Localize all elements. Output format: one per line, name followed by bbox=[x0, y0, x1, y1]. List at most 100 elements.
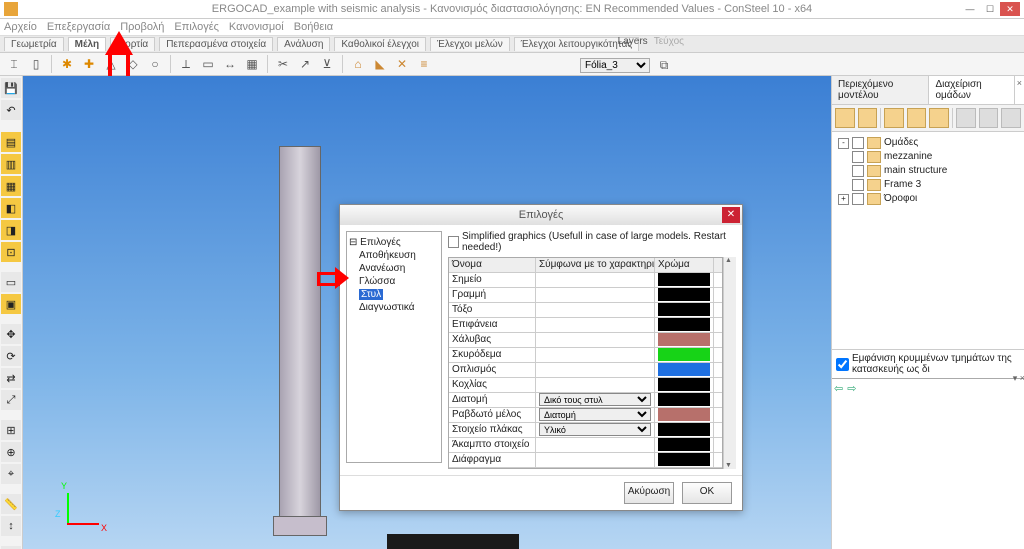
tool-material-icon[interactable]: ✚ bbox=[79, 54, 99, 74]
select-window-icon[interactable]: ▣ bbox=[1, 294, 21, 314]
lower-back-icon[interactable]: ⇦ bbox=[834, 382, 843, 395]
tree-storeys[interactable]: Όροφοι bbox=[884, 192, 917, 206]
lower-fwd-icon[interactable]: ⇨ bbox=[847, 382, 856, 395]
dimension-icon[interactable]: ↕ bbox=[1, 516, 21, 536]
dialog-tree[interactable]: ⊟ Επιλογές Αποθήκευση Ανανέωση Γλώσσα Στ… bbox=[346, 231, 442, 463]
show-hidden-checkbox[interactable] bbox=[836, 358, 849, 371]
menu-view[interactable]: Προβολή bbox=[120, 21, 164, 33]
tree-mezzanine[interactable]: mezzanine bbox=[884, 150, 932, 164]
tool-beam-icon[interactable]: ⌶ bbox=[4, 54, 24, 74]
move-icon[interactable]: ✥ bbox=[1, 324, 21, 344]
tool-diaphragm-icon[interactable]: ▦ bbox=[242, 54, 262, 74]
rp-tool-1-icon[interactable] bbox=[956, 108, 976, 128]
grid-cell-attr[interactable]: Υλικό bbox=[536, 423, 655, 437]
tab-fe[interactable]: Πεπερασμένα στοιχεία bbox=[159, 37, 273, 51]
tree-item-save[interactable]: Αποθήκευση bbox=[359, 249, 439, 262]
grid-cell-color[interactable] bbox=[655, 288, 714, 302]
tool-portal-icon[interactable]: ⌂ bbox=[348, 54, 368, 74]
tab-global-checks[interactable]: Καθολικοί έλεγχοι bbox=[334, 37, 426, 51]
view-top-icon[interactable]: ▤ bbox=[1, 132, 21, 152]
attr-dropdown[interactable]: Υλικό bbox=[539, 423, 651, 436]
snap-icon[interactable]: ⊕ bbox=[1, 442, 21, 462]
simplified-graphics-checkbox[interactable] bbox=[448, 236, 459, 248]
rp-filter-5-icon[interactable] bbox=[929, 108, 949, 128]
scale-icon[interactable]: ⤢ bbox=[1, 390, 21, 410]
model-tree[interactable]: -Ομάδες mezzanine main structure Frame 3… bbox=[832, 132, 1024, 349]
grid-row[interactable]: Οπλισμός bbox=[449, 363, 722, 378]
grid-row[interactable]: Άκαμπτο στοιχείο bbox=[449, 438, 722, 453]
tab-geometry[interactable]: Γεωμετρία bbox=[4, 37, 64, 51]
tree-item-style[interactable]: Στυλ bbox=[359, 289, 383, 300]
attr-dropdown[interactable]: Δικό τους στυλ bbox=[539, 393, 651, 406]
measure-icon[interactable]: 📏 bbox=[1, 494, 21, 514]
select-icon[interactable]: ▭ bbox=[1, 272, 21, 292]
grid-cell-color[interactable] bbox=[655, 303, 714, 317]
layers-manage-icon[interactable]: ⧉ bbox=[654, 55, 674, 75]
cancel-button[interactable]: Ακύρωση bbox=[624, 482, 674, 504]
tool-link-icon[interactable]: ↔ bbox=[220, 54, 240, 74]
grid-row[interactable]: Σημείο bbox=[449, 273, 722, 288]
color-swatch[interactable] bbox=[658, 453, 710, 466]
grid-cell-attr[interactable]: Δικό τους στυλ bbox=[536, 393, 655, 407]
tool-frame-icon[interactable]: ⟂ bbox=[176, 54, 196, 74]
layers-select[interactable]: Fólia_3 bbox=[580, 58, 650, 73]
ucs-icon[interactable]: ⌖ bbox=[1, 464, 21, 484]
menu-help[interactable]: Βοήθεια bbox=[294, 21, 333, 33]
grid-cell-color[interactable] bbox=[655, 273, 714, 287]
view-fit-icon[interactable]: ⊡ bbox=[1, 242, 21, 262]
undo-icon[interactable]: ↶ bbox=[1, 100, 21, 120]
rp-tool-2-icon[interactable] bbox=[979, 108, 999, 128]
mirror-icon[interactable]: ⇄ bbox=[1, 368, 21, 388]
color-swatch[interactable] bbox=[658, 288, 710, 301]
rp-tool-3-icon[interactable] bbox=[1001, 108, 1021, 128]
attr-dropdown[interactable]: Διατομή bbox=[539, 408, 651, 421]
grid-row[interactable]: Ραβδωτό μέλοςΔιατομή bbox=[449, 408, 722, 423]
tree-frame3[interactable]: Frame 3 bbox=[884, 178, 921, 192]
grid-cell-color[interactable] bbox=[655, 333, 714, 347]
save-icon[interactable]: 💾 bbox=[1, 78, 21, 98]
close-button[interactable]: ✕ bbox=[1000, 2, 1020, 16]
grid-cell-color[interactable] bbox=[655, 348, 714, 362]
grid-row[interactable]: Κοχλίας bbox=[449, 378, 722, 393]
maximize-button[interactable]: ☐ bbox=[980, 2, 1000, 16]
tool-purlin-icon[interactable]: ≡ bbox=[414, 54, 434, 74]
menu-edit[interactable]: Επεξεργασία bbox=[47, 21, 110, 33]
grid-row[interactable]: Διάφραγμα bbox=[449, 453, 722, 468]
tool-haunch-icon[interactable]: ◣ bbox=[370, 54, 390, 74]
tool-plate-icon[interactable]: ▭ bbox=[198, 54, 218, 74]
tree-item-language[interactable]: Γλώσσα bbox=[359, 275, 439, 288]
tab-loads[interactable]: Φορτία bbox=[110, 37, 155, 51]
tool-release-icon[interactable]: ◇ bbox=[123, 54, 143, 74]
view-front-icon[interactable]: ▥ bbox=[1, 154, 21, 174]
model-baseplate[interactable] bbox=[273, 516, 327, 536]
color-swatch[interactable] bbox=[658, 303, 710, 316]
rp-tab-content[interactable]: Περιεχόμενο μοντέλου bbox=[832, 76, 929, 104]
color-swatch[interactable] bbox=[658, 348, 710, 361]
panel-close-icon[interactable]: × bbox=[1015, 76, 1024, 104]
grid-row[interactable]: Γραμμή bbox=[449, 288, 722, 303]
style-grid[interactable]: Όνομα Σύμφωνα με το χαρακτηριστικό Χρώμα… bbox=[448, 257, 723, 469]
tool-cut-icon[interactable]: ✂ bbox=[273, 54, 293, 74]
tool-support-icon[interactable]: △ bbox=[101, 54, 121, 74]
color-swatch[interactable] bbox=[658, 423, 710, 436]
grid-row[interactable]: Τόξο bbox=[449, 303, 722, 318]
grid-cell-color[interactable] bbox=[655, 453, 714, 467]
tab-member-checks[interactable]: Έλεγχοι μελών bbox=[430, 37, 510, 51]
tab-members[interactable]: Μέλη bbox=[68, 37, 107, 51]
grid-icon[interactable]: ⊞ bbox=[1, 420, 21, 440]
dialog-close-button[interactable]: ✕ bbox=[722, 207, 740, 223]
model-column[interactable] bbox=[279, 146, 321, 528]
viewport[interactable]: Y X Z Επιλογές ✕ ⊟ Επιλογές Αποθήκευση Α… bbox=[23, 76, 831, 549]
tree-main-structure[interactable]: main structure bbox=[884, 164, 947, 178]
grid-cell-color[interactable] bbox=[655, 318, 714, 332]
view-iso-icon[interactable]: ◧ bbox=[1, 198, 21, 218]
ok-button[interactable]: OK bbox=[682, 482, 732, 504]
grid-row[interactable]: Χάλυβας bbox=[449, 333, 722, 348]
grid-cell-color[interactable] bbox=[655, 438, 714, 452]
dialog-title-bar[interactable]: Επιλογές ✕ bbox=[340, 205, 742, 225]
rp-tab-groups[interactable]: Διαχείριση ομάδων bbox=[929, 76, 1014, 104]
rp-filter-1-icon[interactable] bbox=[835, 108, 855, 128]
grid-scrollbar[interactable] bbox=[723, 257, 736, 469]
rp-filter-4-icon[interactable] bbox=[907, 108, 927, 128]
tool-section-icon[interactable]: ✱ bbox=[57, 54, 77, 74]
